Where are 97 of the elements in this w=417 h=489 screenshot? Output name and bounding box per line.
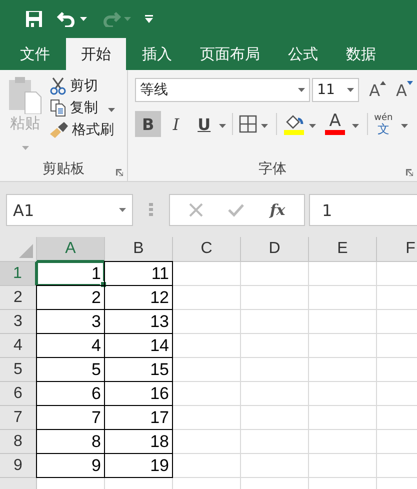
caret-icon[interactable] — [261, 124, 268, 128]
table-cell[interactable]: 19 — [104, 453, 173, 478]
underline-button[interactable]: U — [191, 111, 218, 137]
up-arrow-icon — [380, 80, 386, 84]
font-size-field[interactable]: 11 — [312, 78, 360, 102]
insert-function-button[interactable]: fx — [270, 201, 286, 219]
phonetic-button[interactable]: wén 文 — [374, 113, 393, 135]
row-header[interactable]: 5 — [0, 358, 37, 382]
table-cell[interactable] — [241, 382, 309, 406]
table-cell[interactable] — [309, 382, 377, 406]
table-cell[interactable] — [173, 406, 241, 430]
table-cell[interactable]: 11 — [104, 261, 173, 286]
table-cell[interactable] — [173, 286, 241, 310]
table-cell[interactable] — [309, 310, 377, 334]
select-all-corner[interactable] — [0, 237, 37, 262]
dialog-launcher-icon[interactable] — [406, 169, 413, 176]
fill-color-icon[interactable] — [283, 113, 306, 135]
bold-button[interactable]: B — [135, 111, 162, 137]
borders-icon[interactable] — [239, 115, 258, 133]
row-header[interactable]: 9 — [0, 454, 37, 478]
enter-icon[interactable] — [228, 204, 244, 216]
paintbrush-icon[interactable] — [50, 122, 68, 138]
table-cell[interactable]: 9 — [36, 453, 105, 478]
row-header[interactable]: 7 — [0, 406, 37, 430]
formula-field[interactable]: 1 — [309, 194, 417, 226]
ribbon-tab[interactable]: 文件 — [8, 38, 62, 70]
table-cell[interactable] — [309, 406, 377, 430]
table-cell[interactable]: 1 — [36, 261, 105, 286]
row-header[interactable]: 8 — [0, 430, 37, 454]
row-header[interactable]: 6 — [0, 382, 37, 406]
table-cell[interactable] — [241, 310, 309, 334]
table-cell[interactable] — [241, 406, 309, 430]
table-cell[interactable] — [173, 310, 241, 334]
table-cell[interactable] — [173, 454, 241, 478]
group-label: 剪贴板 — [42, 160, 85, 178]
table-cell[interactable]: 2 — [36, 285, 105, 310]
caret-icon[interactable] — [298, 88, 306, 92]
ribbon-tab[interactable]: 插入 — [130, 38, 184, 70]
caret-icon[interactable] — [309, 124, 316, 128]
column-header[interactable]: B — [105, 237, 173, 262]
painter-button[interactable]: 格式刷 — [72, 121, 114, 139]
table-cell[interactable] — [241, 430, 309, 454]
undo-icon[interactable] — [57, 11, 77, 27]
ribbon-tab[interactable]: 开始 — [66, 38, 126, 70]
shrink-font-button[interactable]: A — [396, 80, 413, 100]
save-icon[interactable] — [25, 10, 43, 28]
row-header[interactable]: 3 — [0, 310, 37, 334]
table-cell[interactable] — [173, 382, 241, 406]
grow-font-button[interactable]: A — [369, 80, 386, 100]
table-cell[interactable] — [309, 454, 377, 478]
caret-icon[interactable] — [80, 17, 87, 21]
triangle-icon — [19, 244, 33, 258]
column-header[interactable]: F — [377, 237, 417, 262]
caret-icon[interactable] — [347, 88, 354, 92]
italic-button[interactable]: I — [163, 111, 190, 137]
table-cell[interactable] — [309, 286, 377, 310]
customize-icon[interactable] — [145, 15, 153, 23]
font-name-field[interactable]: 等线 — [135, 78, 310, 102]
table-cell[interactable] — [241, 334, 309, 358]
caret-icon[interactable] — [219, 124, 226, 128]
table-cell[interactable] — [309, 358, 377, 382]
cancel-icon[interactable] — [188, 203, 203, 217]
table-cell[interactable] — [173, 358, 241, 382]
ribbon-tab[interactable]: 页面布局 — [188, 38, 272, 70]
row-header[interactable]: 1 — [0, 262, 37, 286]
name-box[interactable]: A1 — [6, 194, 133, 226]
table-cell[interactable] — [241, 286, 309, 310]
table-cell[interactable] — [241, 262, 309, 286]
column-header[interactable]: C — [173, 237, 241, 262]
table-cell[interactable] — [309, 262, 377, 286]
table-cell[interactable] — [241, 454, 309, 478]
table-cell[interactable] — [173, 430, 241, 454]
scissors-icon[interactable] — [50, 77, 66, 95]
caret-icon[interactable] — [108, 108, 115, 112]
caret-icon[interactable] — [119, 208, 126, 212]
copy-button[interactable]: 复制 — [70, 99, 98, 117]
table-cell[interactable] — [173, 334, 241, 358]
column-header[interactable]: D — [241, 237, 309, 262]
table-cell[interactable] — [173, 262, 241, 286]
dialog-launcher-icon[interactable] — [116, 169, 124, 176]
table-cell[interactable] — [309, 334, 377, 358]
font-color-button[interactable]: A — [324, 113, 346, 135]
row-header[interactable]: 2 — [0, 286, 37, 310]
caret-icon[interactable] — [400, 124, 408, 128]
column-header[interactable]: E — [309, 237, 377, 262]
column-header[interactable]: A — [37, 237, 105, 262]
table-cell[interactable] — [309, 430, 377, 454]
down-arrow-icon — [407, 80, 413, 84]
group-label: 字体 — [258, 160, 287, 178]
caret-icon[interactable] — [352, 124, 360, 128]
row-header[interactable]: 4 — [0, 334, 37, 358]
drag-handle-icon[interactable] — [149, 203, 153, 217]
ribbon-tab[interactable]: 公式 — [276, 38, 330, 70]
cut-button[interactable]: 剪切 — [70, 77, 98, 95]
copy-icon[interactable] — [50, 99, 66, 117]
ribbon-tab[interactable]: 数据 — [334, 38, 388, 70]
table-cell[interactable] — [241, 358, 309, 382]
